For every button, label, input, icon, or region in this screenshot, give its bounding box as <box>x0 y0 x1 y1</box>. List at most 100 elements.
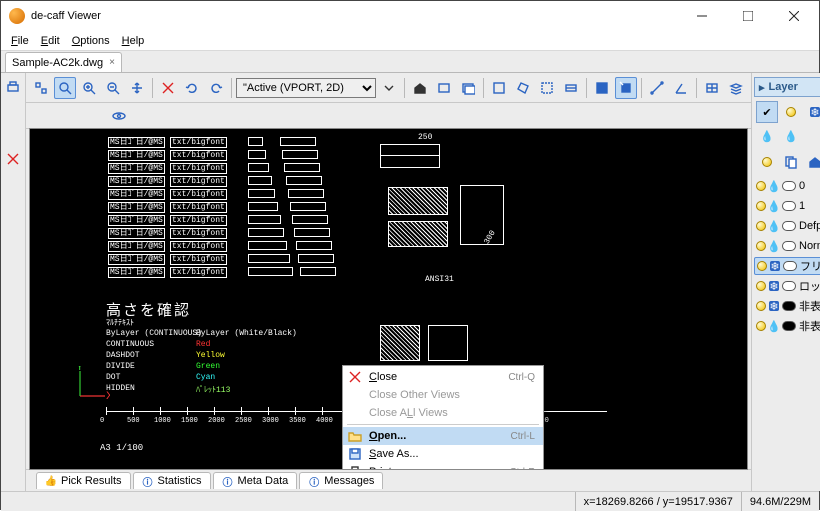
bulb-icon <box>756 241 766 251</box>
layer-name: 0 <box>799 180 820 192</box>
prev-view-icon[interactable] <box>433 77 455 99</box>
window-title: de-caff Viewer <box>31 10 679 22</box>
fit-icon[interactable] <box>157 77 179 99</box>
layer-row[interactable]: 💧 1 <box>754 197 820 215</box>
minimize-button[interactable] <box>679 1 725 31</box>
svg-text:Y: Y <box>76 366 84 373</box>
bulb-icon <box>756 181 766 191</box>
tab-statistics[interactable]: ⓘStatistics <box>133 472 211 489</box>
ctx-open[interactable]: Open...Ctrl-L <box>343 427 543 445</box>
layer-row[interactable]: 💧 Normal <box>754 237 820 255</box>
zoom-out-icon[interactable] <box>102 77 124 99</box>
home-icon[interactable] <box>409 77 431 99</box>
drop-a-icon[interactable]: 💧 <box>756 125 778 147</box>
drop-b-icon[interactable]: 💧 <box>780 125 802 147</box>
bulb-icon[interactable] <box>780 101 802 123</box>
ctx-close[interactable]: CloseCtrl-Q <box>343 368 543 386</box>
mtext-label: ﾏﾙﾁﾃｷｽﾄ <box>106 317 134 328</box>
ctx-close-all: Close ALl Views <box>343 404 543 422</box>
rotate-left-icon[interactable] <box>181 77 203 99</box>
doc-tab[interactable]: Sample-AC2k.dwg × <box>5 52 122 72</box>
zoom-window-icon[interactable] <box>54 77 76 99</box>
zoom-in-icon[interactable] <box>78 77 100 99</box>
folder-open-icon <box>347 428 363 444</box>
drawing-canvas[interactable]: /* rendered below by loop */ MS日ｺﾞ日/@MSt… <box>30 129 747 469</box>
layer-row[interactable]: ❄ ロックされ <box>754 277 820 295</box>
color-swatch <box>782 281 796 291</box>
layer-tool-row-1: ✔ ❄ 🔒 💧 💧 <box>752 99 820 149</box>
color-swatch <box>783 261 797 271</box>
ctx-save-as[interactable]: Save As... <box>343 445 543 463</box>
layer-row[interactable]: 💧 非表示画層 <box>754 317 820 335</box>
tab-close-icon[interactable]: × <box>109 57 115 68</box>
layers-header[interactable]: ▸ Layer▸ <box>754 77 820 97</box>
color-swatch <box>782 321 796 331</box>
menu-file[interactable]: File <box>5 33 35 49</box>
zoom-extent-icon[interactable] <box>30 77 52 99</box>
freeze-icon: ❄ <box>769 301 779 311</box>
color-swatch <box>782 201 796 211</box>
freeze-icon[interactable]: ❄ <box>804 101 820 123</box>
select-poly-icon[interactable] <box>512 77 534 99</box>
menu-options[interactable]: Options <box>66 33 116 49</box>
layer-name: 1 <box>799 200 820 212</box>
freeze-icon: ❄ <box>770 261 780 271</box>
scale-label: A3 1/100 <box>100 443 143 453</box>
select-circle-icon[interactable] <box>536 77 558 99</box>
tab-meta-data[interactable]: ⓘMeta Data <box>213 472 298 489</box>
select-toggle-icon[interactable] <box>560 77 582 99</box>
view-select[interactable]: "Active (VPORT, 2D) <box>236 78 376 98</box>
close-button[interactable] <box>771 1 817 31</box>
context-menu: CloseCtrl-Q Close Other Views Close ALl … <box>342 365 544 469</box>
left-toolbar <box>1 73 26 491</box>
angle-icon[interactable] <box>670 77 692 99</box>
maximize-button[interactable] <box>725 1 771 31</box>
document-tabs: Sample-AC2k.dwg × <box>1 51 819 73</box>
info-icon: ⓘ <box>142 475 154 487</box>
select-rect-icon[interactable] <box>488 77 510 99</box>
layer-name: 非表示かつ <box>799 298 820 314</box>
print-icon[interactable] <box>1 75 25 99</box>
view-dropdown-icon[interactable] <box>378 77 400 99</box>
layer-name: ロックされ <box>799 278 820 294</box>
bulb-icon <box>756 321 766 331</box>
layer-tool-row-2 <box>752 149 820 175</box>
eye-icon[interactable] <box>112 109 126 123</box>
tab-pick-results[interactable]: 👍Pick Results <box>36 472 131 489</box>
copy-icon[interactable] <box>780 151 802 173</box>
rotate-right-icon[interactable] <box>205 77 227 99</box>
measure-icon[interactable] <box>646 77 668 99</box>
grid-icon[interactable] <box>701 77 723 99</box>
delete-view-icon[interactable] <box>1 147 25 171</box>
menu-bar: File Edit Options Help <box>1 31 819 51</box>
freeze-icon: 💧 <box>769 201 779 211</box>
pan-icon[interactable] <box>126 77 148 99</box>
freeze-icon: 💧 <box>769 181 779 191</box>
layer-row[interactable]: ❄ 非表示かつ <box>754 297 820 315</box>
check-icon[interactable]: ✔ <box>756 101 778 123</box>
home2-icon[interactable] <box>804 151 820 173</box>
bulb-icon <box>756 281 766 291</box>
layer-name: 非表示画層 <box>799 318 820 334</box>
mode-b-icon[interactable] <box>615 77 637 99</box>
status-coords: x=18269.8266 / y=19517.9367 <box>575 492 741 511</box>
color-swatch <box>782 241 796 251</box>
layer-row[interactable]: 💧 0 <box>754 177 820 195</box>
close-icon <box>347 369 363 385</box>
bulb2-icon[interactable] <box>756 151 778 173</box>
ctx-close-other: Close Other Views <box>343 386 543 404</box>
bottom-tabs: 👍Pick Results ⓘStatistics ⓘMeta Data ⓘMe… <box>26 469 751 491</box>
menu-help[interactable]: Help <box>116 33 151 49</box>
title-bar: de-caff Viewer <box>1 1 819 31</box>
layers-icon[interactable] <box>725 77 747 99</box>
ctx-print[interactable]: Print...Ctrl-P <box>343 463 543 469</box>
next-view-icon[interactable] <box>457 77 479 99</box>
tab-messages[interactable]: ⓘMessages <box>299 472 383 489</box>
layer-row[interactable]: 💧 Defpoints <box>754 217 820 235</box>
freeze-icon: 💧 <box>769 221 779 231</box>
mode-a-icon[interactable] <box>591 77 613 99</box>
layer-list: 💧 0 💧 1 💧 Defpoints 💧 Normal ❄ フリーズ画 ❄ ロ… <box>752 175 820 337</box>
menu-edit[interactable]: Edit <box>35 33 66 49</box>
layer-name: Defpoints <box>799 220 820 232</box>
layer-row[interactable]: ❄ フリーズ画 <box>754 257 820 275</box>
